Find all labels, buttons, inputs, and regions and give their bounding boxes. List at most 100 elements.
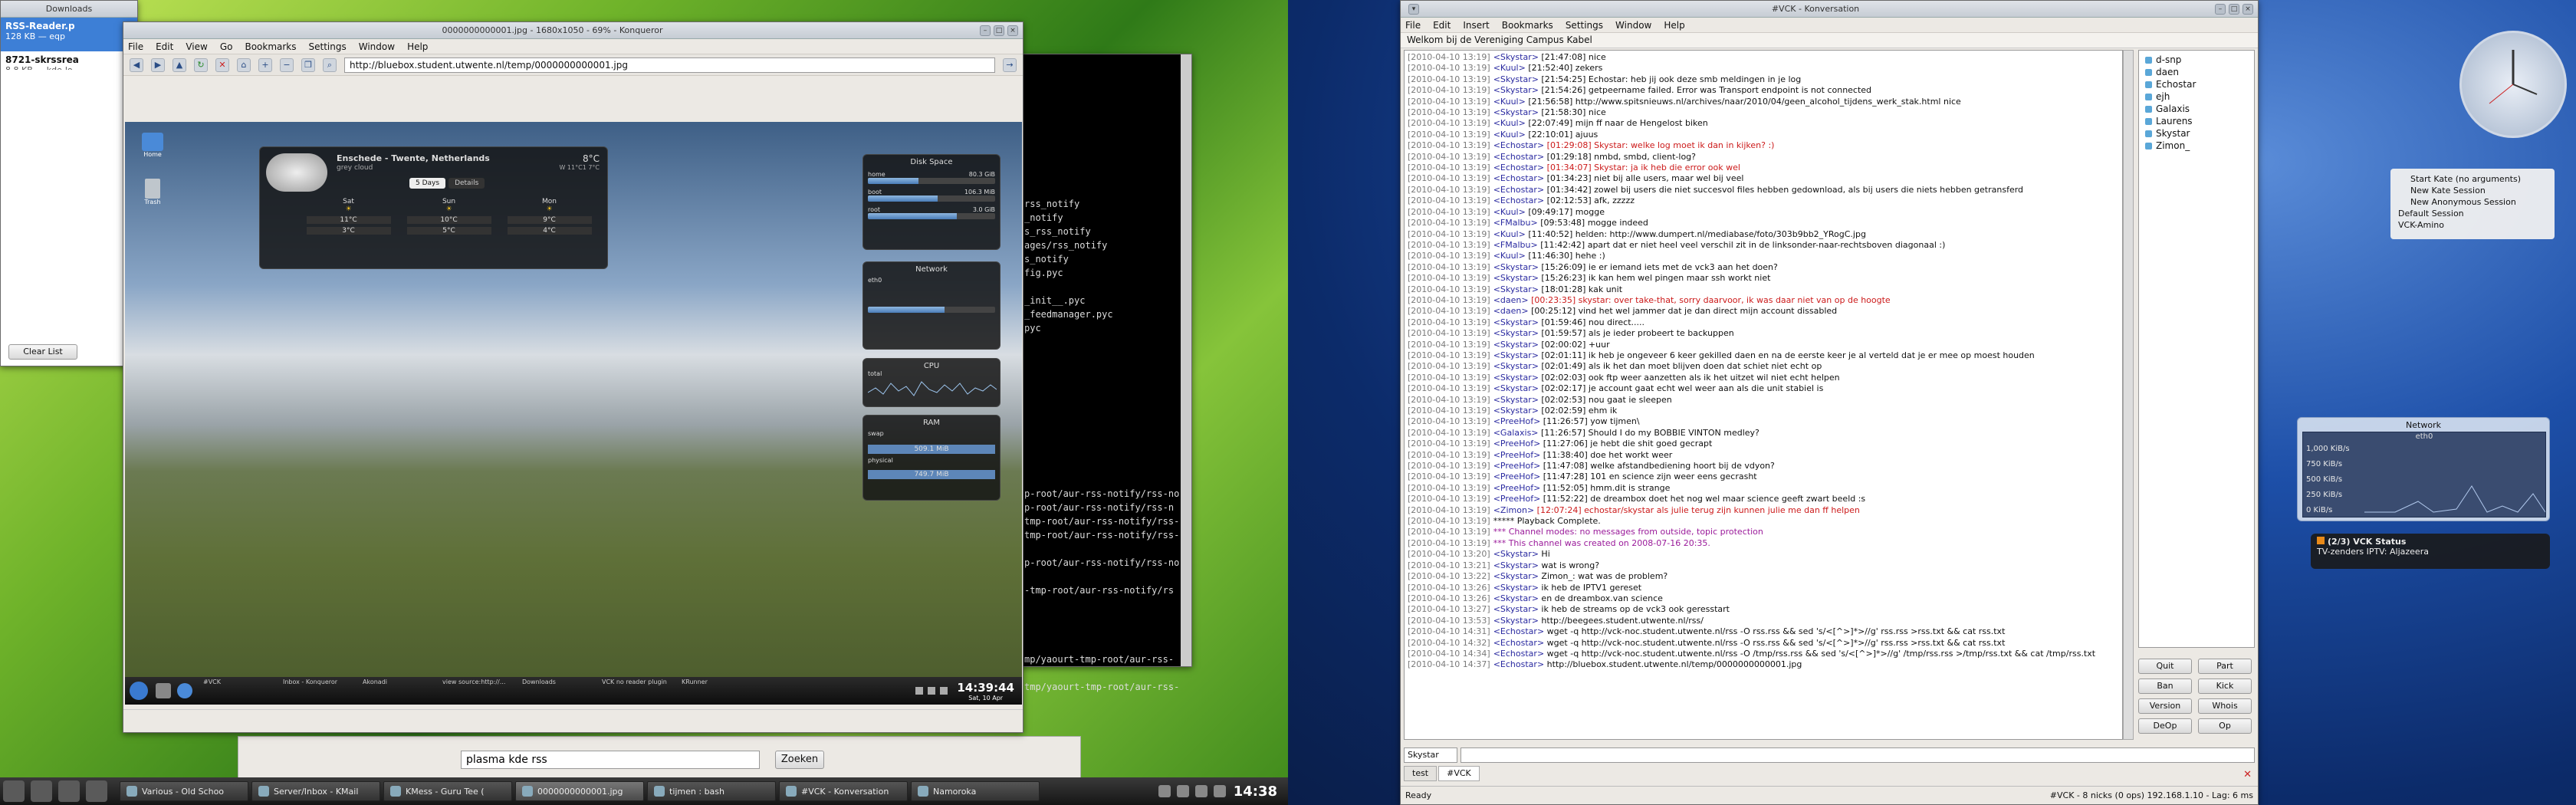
home-icon[interactable]: ⌂ <box>237 58 251 72</box>
op-button[interactable]: Op <box>2198 718 2252 734</box>
terminal-scrollbar[interactable] <box>1181 54 1191 666</box>
chat-nick[interactable]: <Skystar> <box>1493 52 1539 62</box>
chat-nick[interactable]: <PreeHof> <box>1493 461 1541 471</box>
menu-item-view[interactable]: View <box>186 41 207 52</box>
menu-item-bookmarks[interactable]: Bookmarks <box>1502 20 1553 31</box>
kick-button[interactable]: Kick <box>2198 678 2252 694</box>
chat-nick[interactable]: <Echostar> <box>1493 659 1544 669</box>
chat-nick[interactable]: <Skystar> <box>1493 604 1539 614</box>
menu-item-edit[interactable]: Edit <box>156 41 173 52</box>
chat-nick[interactable]: <Skystar> <box>1493 406 1539 416</box>
chat-nick[interactable]: <Kuul> <box>1493 207 1526 217</box>
chat-nick[interactable]: <Skystar> <box>1493 85 1539 95</box>
taskbar-item[interactable]: Various - Old Schoo <box>120 781 248 801</box>
menu-item-window[interactable]: Window <box>1615 20 1651 31</box>
maximize-button[interactable]: □ <box>994 25 1004 36</box>
tray-icon[interactable] <box>1158 785 1171 797</box>
menu-item-bookmarks[interactable]: Bookmarks <box>245 41 296 52</box>
zoom-out-icon[interactable]: − <box>280 58 294 72</box>
chat-nick[interactable]: <PreeHof> <box>1493 416 1541 426</box>
chat-nick[interactable]: <Skystar> <box>1493 571 1539 581</box>
chat-nick[interactable]: <Skystar> <box>1493 262 1539 272</box>
forward-icon[interactable]: ▶ <box>151 58 165 72</box>
nick-item[interactable]: daen <box>2142 66 2251 78</box>
taskbar-item[interactable]: Server/Inbox - KMail <box>251 781 380 801</box>
chat-nick[interactable]: <Skystar> <box>1493 273 1539 283</box>
chat-view[interactable]: [2010-04-10 13:19] <Skystar> [21:47:08] n… <box>1404 50 2123 740</box>
chat-nick[interactable]: <Echostar> <box>1493 140 1544 150</box>
chat-nick[interactable]: <Skystar> <box>1493 383 1539 393</box>
home-folder-icon[interactable]: Home <box>140 133 165 158</box>
nick-item[interactable]: Galaxis <box>2142 103 2251 115</box>
chat-nick[interactable]: <Skystar> <box>1493 317 1539 327</box>
chat-nick[interactable]: <Echostar> <box>1493 185 1544 195</box>
menu-item-go[interactable]: Go <box>220 41 233 52</box>
chat-nick[interactable]: <Skystar> <box>1493 107 1539 117</box>
tray-icon[interactable] <box>1213 785 1226 797</box>
taskbar-item[interactable]: KMess - Guru Tee ( <box>383 781 512 801</box>
reload-icon[interactable]: ↻ <box>194 58 208 72</box>
ban-button[interactable]: Ban <box>2138 678 2192 694</box>
tab-VCK[interactable]: #VCK <box>1438 766 1480 781</box>
go-icon[interactable]: → <box>1003 58 1017 72</box>
chat-nick[interactable]: <PreeHof> <box>1493 483 1541 493</box>
search-button[interactable]: Zoeken <box>775 751 824 769</box>
thumb-clock[interactable]: 14:39:44 <box>957 681 1014 695</box>
chat-nick[interactable]: <Skystar> <box>1493 373 1539 383</box>
chat-nick[interactable]: <Echostar> <box>1493 173 1544 183</box>
folder-icon[interactable] <box>156 683 171 698</box>
tab-5-days[interactable]: 5 Days <box>409 178 446 189</box>
tray-icon[interactable] <box>915 687 924 695</box>
nick-item[interactable]: Zimon_ <box>2142 140 2251 152</box>
thumb-task-item[interactable]: view source:http://... <box>442 678 519 703</box>
browser-icon[interactable] <box>177 683 192 698</box>
chat-nick[interactable]: <Skystar> <box>1493 395 1539 405</box>
quit-button[interactable]: Quit <box>2138 659 2192 674</box>
menu-item-help[interactable]: Help <box>407 41 428 52</box>
menu-item-settings[interactable]: Settings <box>1566 20 1603 31</box>
thumb-task-item[interactable]: Downloads <box>522 678 599 703</box>
chat-nick[interactable]: <daen> <box>1493 295 1529 305</box>
chat-nick[interactable]: <Kuul> <box>1493 118 1526 128</box>
url-input[interactable]: http://bluebox.student.utwente.nl/temp/0… <box>344 57 995 73</box>
clock[interactable]: 14:38 <box>1234 784 1277 800</box>
taskbar-item[interactable]: tijmen : bash <box>647 781 776 801</box>
chat-nick[interactable]: <Skystar> <box>1493 616 1539 626</box>
kde-menu-icon[interactable] <box>130 682 148 700</box>
chat-nick[interactable]: <Zimon> <box>1493 505 1534 515</box>
menu-item-insert[interactable]: Insert <box>1463 20 1489 31</box>
close-button[interactable]: × <box>2242 3 2253 15</box>
minimize-button[interactable]: – <box>2215 3 2226 15</box>
chat-nick[interactable]: <Kuul> <box>1493 229 1526 239</box>
pager-icon[interactable] <box>58 780 80 802</box>
pager-icon[interactable] <box>86 780 107 802</box>
pager-icon[interactable] <box>31 780 52 802</box>
chat-nick[interactable]: <PreeHof> <box>1493 439 1541 449</box>
chat-nick[interactable]: <Kuul> <box>1493 63 1526 73</box>
tab-details[interactable]: Details <box>449 178 485 189</box>
menu-item-settings[interactable]: Settings <box>309 41 347 52</box>
launcher-item[interactable]: New Anonymous Session <box>2398 196 2547 208</box>
window-menu-button[interactable]: ▾ <box>1408 3 1419 15</box>
chat-nick[interactable]: <PreeHof> <box>1493 450 1541 460</box>
chat-nick[interactable]: <Skystar> <box>1493 328 1539 338</box>
thumb-task-item[interactable]: Akonadi <box>363 678 439 703</box>
find-icon[interactable]: ⌕ <box>323 58 337 72</box>
chat-nick[interactable]: <Kuul> <box>1493 130 1526 140</box>
thumb-task-item[interactable]: VCK no reader plugin <box>602 678 678 703</box>
chat-nick[interactable]: <PreeHof> <box>1493 472 1541 481</box>
chat-nick[interactable]: <Echostar> <box>1493 163 1544 172</box>
taskbar-item[interactable]: 0000000000001.jpg <box>515 781 644 801</box>
chat-nick[interactable]: <Echostar> <box>1493 626 1544 636</box>
menu-item-help[interactable]: Help <box>1664 20 1684 31</box>
chat-nick[interactable]: <Skystar> <box>1493 350 1539 360</box>
deop-button[interactable]: DeOp <box>2138 718 2192 734</box>
chat-nick[interactable]: <Skystar> <box>1493 74 1539 84</box>
thumb-task-item[interactable]: Inbox - Konqueror <box>283 678 360 703</box>
chat-nick[interactable]: <Skystar> <box>1493 549 1539 559</box>
tray-icon[interactable] <box>928 687 936 695</box>
chat-nick[interactable]: <FMalbu> <box>1493 240 1538 250</box>
chat-nick[interactable]: <Echostar> <box>1493 152 1544 162</box>
tray-icon[interactable] <box>1176 785 1189 797</box>
close-button[interactable]: × <box>1007 25 1018 36</box>
